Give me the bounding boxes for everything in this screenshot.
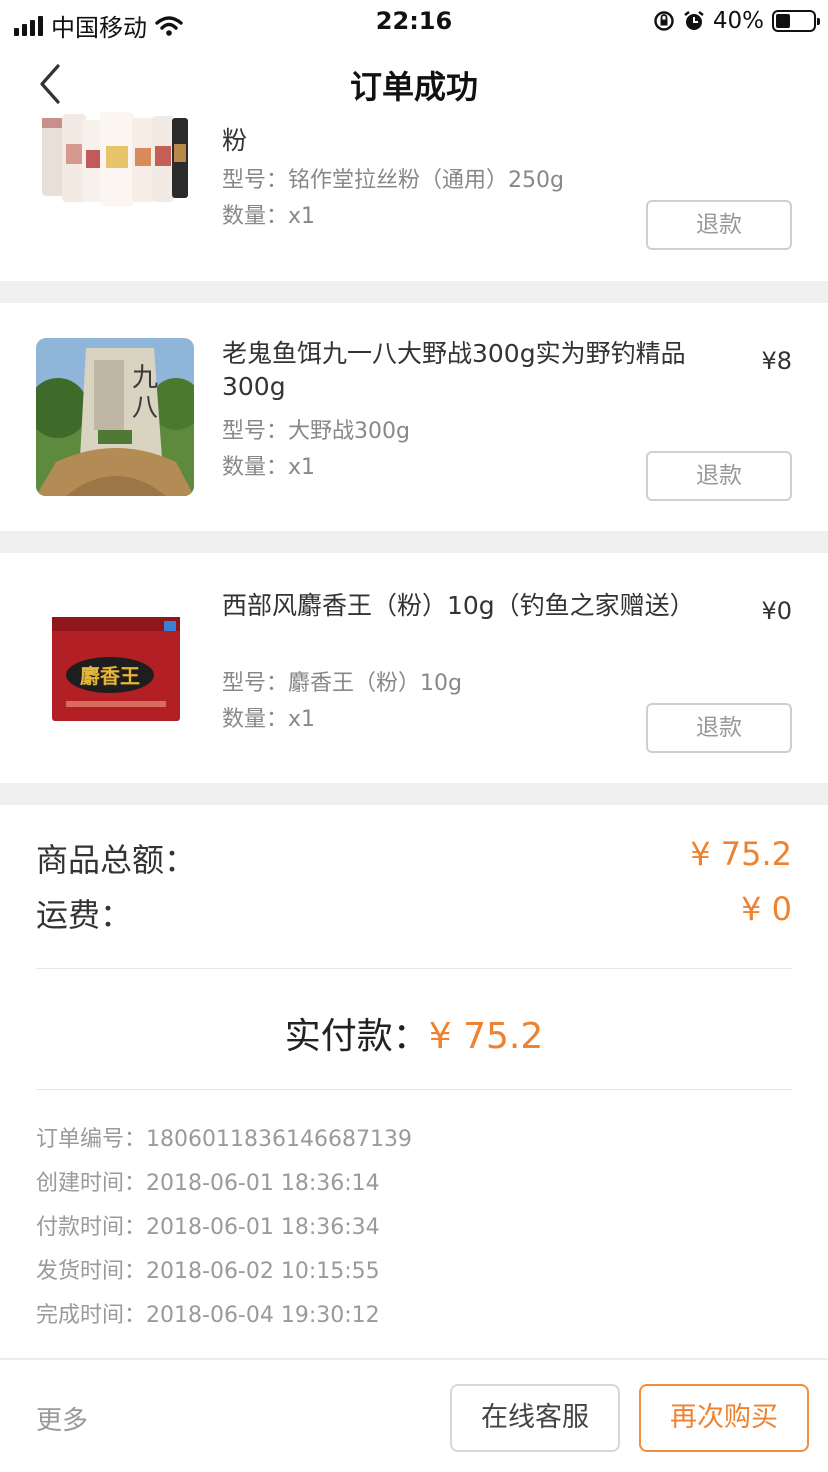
section-divider bbox=[0, 783, 828, 805]
paid-amount: 实付款：¥ 75.2 bbox=[0, 1007, 828, 1059]
order-item: 麝香王 西部风麝香王（粉）10g（钓鱼之家赠送） ¥0 型号：麝香王（粉）10g… bbox=[0, 553, 828, 783]
page-title: 订单成功 bbox=[349, 68, 478, 106]
status-right: 40% bbox=[653, 8, 820, 34]
status-bar: 中国移动 22:16 40% bbox=[0, 0, 828, 44]
goods-total-value: ¥ 75.2 bbox=[690, 835, 792, 873]
svg-text:麝香王: 麝香王 bbox=[80, 664, 140, 688]
shipped-time-row: 发货时间：2018-06-02 10:15:55 bbox=[36, 1253, 380, 1285]
order-number-row: 订单编号：1806011836146687139 bbox=[36, 1121, 412, 1153]
item-spec: 型号：麝香王（粉）10g bbox=[222, 671, 462, 696]
completed-time: 2018-06-04 19:30:12 bbox=[146, 1303, 380, 1328]
buy-again-button[interactable]: 再次购买 bbox=[639, 1384, 809, 1452]
product-image-1[interactable] bbox=[36, 110, 194, 220]
shipped-time: 2018-06-02 10:15:55 bbox=[146, 1259, 380, 1284]
alarm-icon bbox=[684, 11, 704, 30]
created-time: 2018-06-01 18:36:14 bbox=[146, 1171, 380, 1196]
order-item: 九 八 老鬼鱼饵九一八大野战300g实为野钓精品300g ¥8 型号：大野战30… bbox=[0, 303, 828, 531]
order-item: 粉 型号：铭作堂拉丝粉（通用）250g 数量：x1 退款 bbox=[0, 110, 828, 280]
summary-divider bbox=[36, 968, 792, 969]
paid-value: ¥ 75.2 bbox=[428, 1016, 544, 1057]
order-number-label: 订单编号： bbox=[36, 1127, 147, 1152]
item-name: 老鬼鱼饵九一八大野战300g实为野钓精品300g bbox=[222, 339, 686, 401]
refund-button[interactable]: 退款 bbox=[646, 451, 792, 501]
order-number: 1806011836146687139 bbox=[146, 1127, 412, 1152]
created-time-row: 创建时间：2018-06-01 18:36:14 bbox=[36, 1165, 380, 1197]
order-success-page: 中国移动 22:16 40% 订单成功 粉 型号：铭作堂拉丝粉（通用）250g … bbox=[0, 0, 828, 1472]
shipping-label: 运费： bbox=[36, 896, 133, 934]
orientation-lock-icon bbox=[654, 11, 674, 31]
item-name: 粉 bbox=[222, 126, 248, 155]
section-divider bbox=[0, 281, 828, 303]
shipping-value: ¥ 0 bbox=[741, 890, 792, 928]
refund-button[interactable]: 退款 bbox=[646, 703, 792, 753]
item-spec: 型号：铭作堂拉丝粉（通用）250g bbox=[222, 168, 564, 193]
svg-text:八: 八 bbox=[132, 393, 158, 423]
product-image-3[interactable]: 麝香王 bbox=[36, 583, 194, 741]
item-quantity: 数量：x1 bbox=[222, 707, 316, 732]
completed-time-label: 完成时间： bbox=[36, 1303, 147, 1328]
item-price: ¥8 bbox=[761, 347, 792, 375]
completed-time-row: 完成时间：2018-06-04 19:30:12 bbox=[36, 1297, 380, 1329]
svg-text:九: 九 bbox=[132, 363, 158, 393]
item-quantity: 数量：x1 bbox=[222, 455, 316, 480]
refund-button[interactable]: 退款 bbox=[646, 200, 792, 250]
item-name: 西部风麝香王（粉）10g（钓鱼之家赠送） bbox=[222, 591, 695, 620]
goods-total-label: 商品总额： bbox=[36, 841, 197, 879]
item-spec: 型号：大野战300g bbox=[222, 419, 410, 444]
paid-time-row: 付款时间：2018-06-01 18:36:34 bbox=[36, 1209, 380, 1241]
shipped-time-label: 发货时间： bbox=[36, 1259, 147, 1284]
paid-divider bbox=[36, 1089, 792, 1090]
customer-service-button[interactable]: 在线客服 bbox=[450, 1384, 620, 1452]
item-quantity: 数量：x1 bbox=[222, 204, 316, 229]
section-divider bbox=[0, 531, 828, 553]
paid-time: 2018-06-01 18:36:34 bbox=[146, 1215, 380, 1240]
more-button[interactable]: 更多 bbox=[36, 1400, 88, 1437]
paid-time-label: 付款时间： bbox=[36, 1215, 147, 1240]
battery-icon bbox=[772, 10, 820, 32]
battery-percent: 40% bbox=[712, 8, 764, 34]
paid-label: 实付款： bbox=[284, 1016, 429, 1057]
item-price: ¥0 bbox=[761, 597, 792, 625]
bottom-action-bar: 更多 在线客服 再次购买 bbox=[0, 1358, 828, 1472]
created-time-label: 创建时间： bbox=[36, 1171, 147, 1196]
product-image-2[interactable]: 九 八 bbox=[36, 338, 194, 496]
